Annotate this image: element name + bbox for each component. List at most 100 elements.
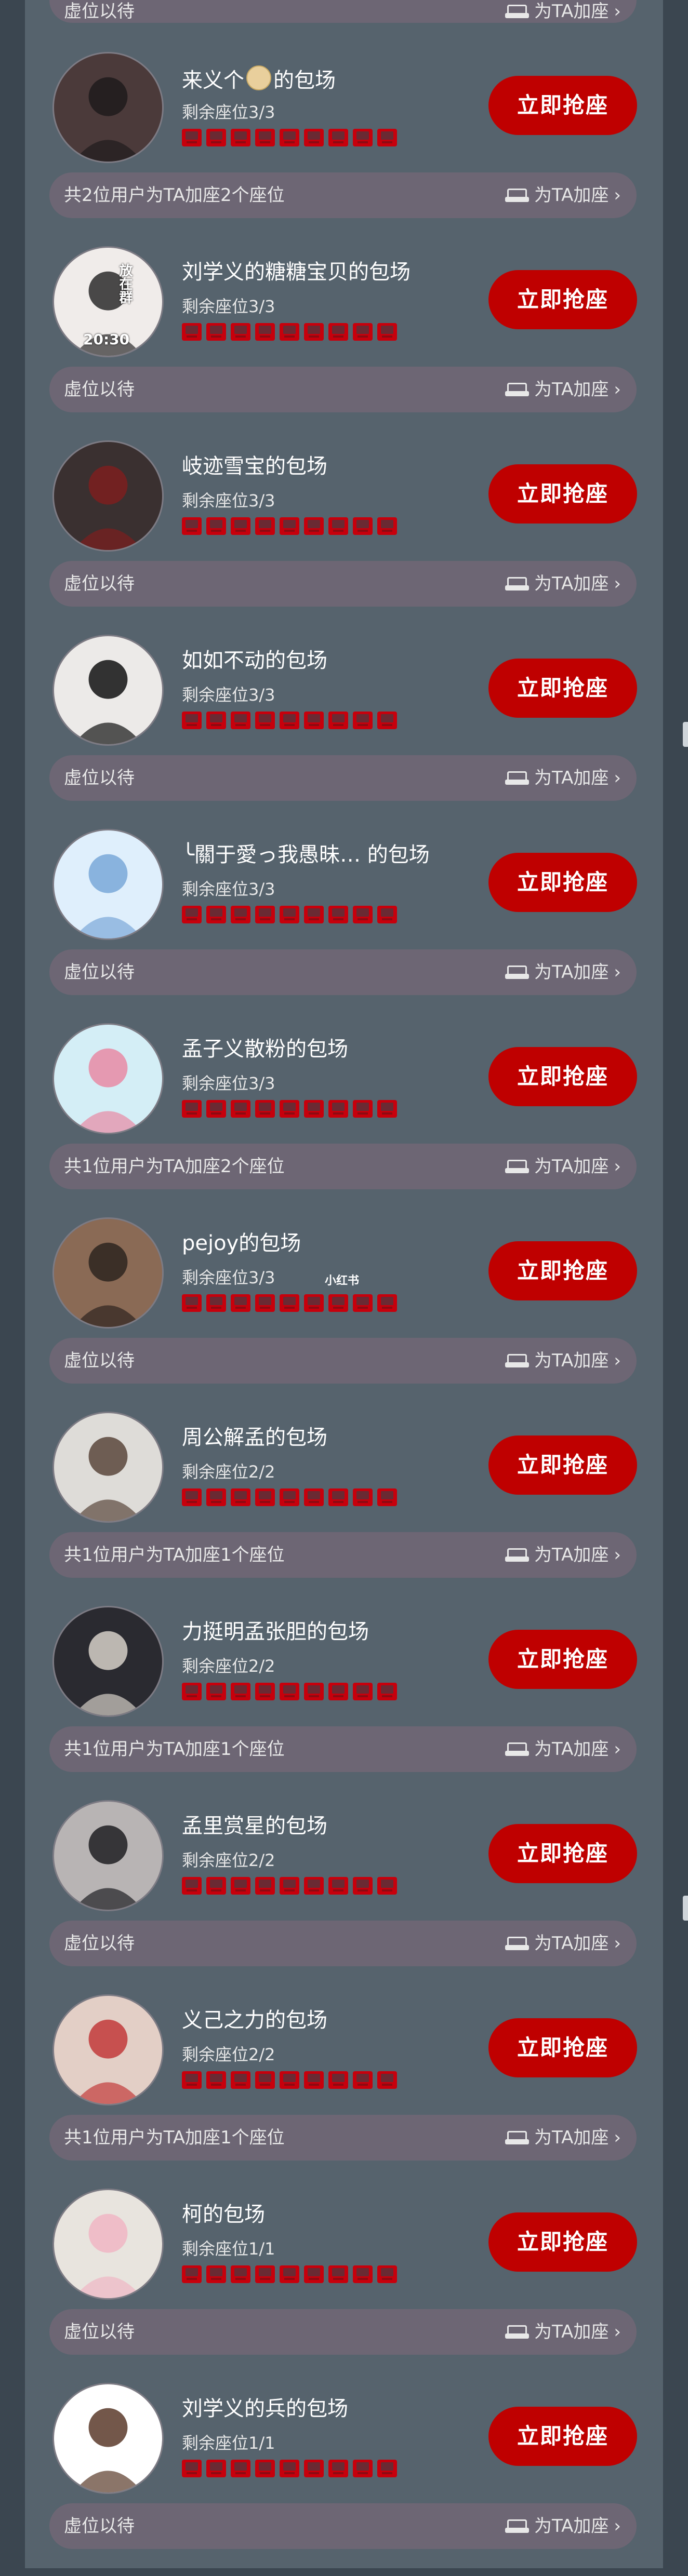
card-footer-bar[interactable]: 虚位以待 为TA加座 › bbox=[49, 561, 637, 607]
grab-seat-button[interactable]: 立即抢座 bbox=[488, 270, 637, 329]
avatar[interactable] bbox=[52, 1023, 164, 1134]
card-footer-bar[interactable]: 虚位以待 为TA加座 › bbox=[49, 755, 637, 801]
card-footer-bar[interactable]: 虚位以待 为TA加座 › bbox=[49, 1921, 637, 1966]
grab-seat-button[interactable]: 立即抢座 bbox=[488, 2018, 637, 2077]
grab-seat-button[interactable]: 立即抢座 bbox=[488, 1241, 637, 1300]
card-footer-bar[interactable]: 虚位以待 为TA加座 › bbox=[49, 1338, 637, 1384]
sofa-icon bbox=[505, 1158, 529, 1175]
add-seat-link[interactable]: 为TA加座 › bbox=[505, 2309, 621, 2355]
add-seat-link[interactable]: 为TA加座 › bbox=[505, 2503, 621, 2549]
seat-icon bbox=[353, 2071, 373, 2089]
watermark-text: 小红书 bbox=[325, 1274, 360, 1287]
add-seat-link[interactable]: 为TA加座 › bbox=[505, 949, 621, 995]
add-seat-link[interactable]: 为TA加座 › bbox=[505, 367, 621, 412]
avatar-pointer bbox=[102, 1910, 116, 1911]
card-footer-bar[interactable]: 共1位用户为TA加座1个座位 为TA加座 › bbox=[49, 1726, 637, 1772]
card-title: ╰關于愛っ我愚昧… 的包场 bbox=[182, 843, 430, 867]
add-seat-link[interactable]: 为TA加座 › bbox=[505, 0, 621, 23]
add-seat-label: 为TA加座 bbox=[534, 768, 609, 788]
avatar-image bbox=[54, 1413, 162, 1521]
add-seat-link[interactable]: 为TA加座 › bbox=[505, 1338, 621, 1384]
grab-seat-button[interactable]: 立即抢座 bbox=[488, 1824, 637, 1883]
seat-icon bbox=[304, 906, 324, 923]
add-seat-link[interactable]: 为TA加座 › bbox=[505, 1532, 621, 1578]
add-seat-label: 为TA加座 bbox=[534, 1933, 609, 1954]
avatar[interactable]: 放在群 20:30 bbox=[52, 246, 164, 357]
bar-status-text: 虚位以待 bbox=[64, 379, 135, 400]
avatar[interactable] bbox=[52, 1800, 164, 1911]
chevron-right-icon: › bbox=[614, 379, 621, 400]
avatar-image bbox=[54, 442, 162, 550]
scroll-tab[interactable] bbox=[683, 1896, 688, 1921]
booking-card: 如如不动的包场 剩余座位3/3 立即抢座 虚位以待 为TA加座 › bbox=[49, 635, 637, 828]
avatar[interactable] bbox=[52, 2383, 164, 2494]
add-seat-link[interactable]: 为TA加座 › bbox=[505, 1921, 621, 1966]
scroll-tab[interactable] bbox=[683, 722, 688, 747]
seat-icon bbox=[353, 517, 373, 535]
avatar[interactable] bbox=[52, 1994, 164, 2105]
booking-card: 周公解孟的包场 剩余座位2/2 立即抢座 共1位用户为TA加座1个座位 为TA加… bbox=[49, 1412, 637, 1605]
avatar[interactable] bbox=[52, 829, 164, 940]
add-seat-link[interactable]: 为TA加座 › bbox=[505, 172, 621, 218]
card-title: 义己之力的包场 bbox=[182, 2008, 327, 2032]
grab-seat-button[interactable]: 立即抢座 bbox=[488, 2212, 637, 2272]
seat-icon bbox=[280, 2265, 299, 2283]
avatar[interactable] bbox=[52, 635, 164, 746]
card-footer-bar[interactable]: 共1位用户为TA加座2个座位 为TA加座 › bbox=[49, 1144, 637, 1189]
add-seat-link[interactable]: 为TA加座 › bbox=[505, 755, 621, 801]
card-footer-bar[interactable]: 共1位用户为TA加座1个座位 为TA加座 › bbox=[49, 1532, 637, 1578]
sofa-icon bbox=[505, 2129, 529, 2146]
seat-icon bbox=[304, 2265, 324, 2283]
seat-row bbox=[182, 323, 397, 342]
sofa-icon bbox=[505, 381, 529, 398]
avatar[interactable] bbox=[52, 440, 164, 552]
grab-seat-button[interactable]: 立即抢座 bbox=[488, 659, 637, 718]
chevron-right-icon: › bbox=[614, 573, 621, 594]
avatar-pointer bbox=[102, 1715, 116, 1717]
avatar[interactable] bbox=[52, 2189, 164, 2300]
card-footer-bar[interactable]: 虚位以待 为TA加座 › bbox=[49, 2309, 637, 2355]
card-footer-bar[interactable]: 虚位以待 为TA加座 › bbox=[49, 2503, 637, 2549]
title-suffix: 的包场 bbox=[273, 69, 336, 92]
add-seat-link[interactable]: 为TA加座 › bbox=[505, 1726, 621, 1772]
add-seat-link[interactable]: 为TA加座 › bbox=[505, 2115, 621, 2161]
card-footer-bar[interactable]: 共1位用户为TA加座1个座位 为TA加座 › bbox=[49, 2115, 637, 2161]
grab-seat-button[interactable]: 立即抢座 bbox=[488, 853, 637, 912]
booking-card: 义己之力的包场 剩余座位2/2 立即抢座 共1位用户为TA加座1个座位 为TA加… bbox=[49, 1994, 637, 2188]
add-seat-label: 为TA加座 bbox=[534, 2127, 609, 2148]
booking-card: 岐迹雪宝的包场 剩余座位3/3 立即抢座 虚位以待 为TA加座 › bbox=[49, 440, 637, 634]
grab-seat-button[interactable]: 立即抢座 bbox=[488, 1047, 637, 1106]
seat-icon bbox=[377, 1488, 397, 1506]
remaining-seats: 剩余座位3/3 bbox=[182, 1268, 275, 1287]
seat-icon bbox=[231, 1877, 250, 1895]
seat-icon bbox=[206, 129, 226, 146]
bar-status-text: 虚位以待 bbox=[64, 2516, 135, 2537]
card-footer-bar[interactable]: 共2位用户为TA加座2个座位 为TA加座 › bbox=[49, 172, 637, 218]
seat-icon bbox=[328, 517, 348, 535]
sofa-icon bbox=[505, 1740, 529, 1758]
grab-seat-button[interactable]: 立即抢座 bbox=[488, 1435, 637, 1495]
bar-status-text: 共1位用户为TA加座1个座位 bbox=[64, 1545, 285, 1565]
avatar[interactable] bbox=[52, 1606, 164, 1717]
booking-card: ╰關于愛っ我愚昧… 的包场 剩余座位3/3 立即抢座 虚位以待 为TA加座 › bbox=[49, 829, 637, 1022]
add-seat-link[interactable]: 为TA加座 › bbox=[505, 1144, 621, 1189]
add-seat-link[interactable]: 为TA加座 › bbox=[505, 561, 621, 607]
seat-icon bbox=[353, 1294, 373, 1312]
seat-row bbox=[182, 1488, 397, 1507]
card-footer-bar[interactable]: 虚位以待 为TA加座 › bbox=[49, 367, 637, 412]
grab-seat-button[interactable]: 立即抢座 bbox=[488, 2407, 637, 2466]
card-footer-bar[interactable]: 虚位以待 为TA加座 › bbox=[49, 949, 637, 995]
avatar[interactable] bbox=[52, 1217, 164, 1329]
grab-seat-button[interactable]: 立即抢座 bbox=[488, 464, 637, 524]
grab-seat-button[interactable]: 立即抢座 bbox=[488, 76, 637, 135]
seat-icon bbox=[353, 1877, 373, 1895]
prev-card-bar[interactable]: 虚位以待 为TA加座 › bbox=[49, 0, 637, 23]
seat-icon bbox=[206, 2460, 226, 2477]
avatar[interactable] bbox=[52, 1412, 164, 1523]
seat-icon bbox=[231, 906, 250, 923]
chevron-right-icon: › bbox=[614, 768, 621, 788]
remaining-seats: 剩余座位3/3 bbox=[182, 685, 275, 705]
avatar[interactable] bbox=[52, 52, 164, 163]
seat-icon bbox=[328, 906, 348, 923]
grab-seat-button[interactable]: 立即抢座 bbox=[488, 1630, 637, 1689]
